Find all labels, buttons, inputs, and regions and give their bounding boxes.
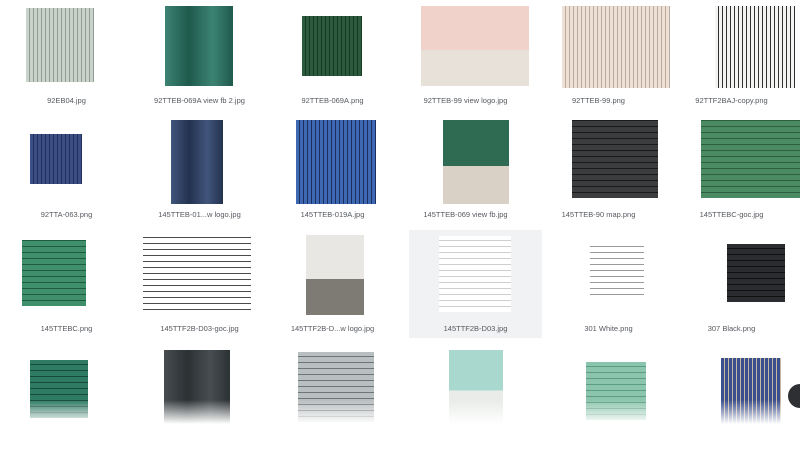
file-item[interactable]: 145TTEBC-goc.jpg <box>665 118 800 236</box>
file-thumbnail[interactable] <box>306 235 364 315</box>
file-thumbnail[interactable] <box>164 350 230 424</box>
file-thumbnail[interactable] <box>30 360 88 418</box>
file-thumbnail[interactable] <box>143 235 251 315</box>
file-name: 92TTEB-99.png <box>572 96 625 105</box>
file-thumbnail[interactable] <box>721 358 781 424</box>
file-name: 92TTEB-069A.png <box>301 96 364 105</box>
file-name: 92TTEB-99 view logo.jpg <box>423 96 508 105</box>
file-item[interactable]: 145TTEB-90 map.png <box>532 118 665 236</box>
file-name: 145TTEBC.png <box>40 324 93 333</box>
file-item[interactable]: 92TTA-063.png <box>0 118 133 236</box>
file-thumbnail[interactable] <box>727 244 785 302</box>
file-thumbnail[interactable] <box>586 362 646 420</box>
file-item[interactable]: 145TTF2B-D03-goc.jpg <box>133 232 266 350</box>
file-thumbnail[interactable] <box>590 244 644 300</box>
file-item[interactable] <box>0 348 133 466</box>
file-item[interactable] <box>133 348 266 466</box>
file-thumbnail[interactable] <box>165 6 233 86</box>
file-grid: 92EB04.jpg 92TTEB-069A view fb 2.jpg 92T… <box>0 0 800 424</box>
file-item[interactable] <box>532 348 665 466</box>
file-name: 145TTEBC-goc.jpg <box>699 210 764 219</box>
file-name: 145TTEB-90 map.png <box>561 210 636 219</box>
file-thumbnail[interactable] <box>443 120 509 204</box>
file-thumbnail[interactable] <box>439 236 511 312</box>
file-thumbnail[interactable] <box>421 6 529 86</box>
file-name: 145TTEB-019A.jpg <box>300 210 365 219</box>
file-name: 307 Black.png <box>707 324 756 333</box>
file-thumbnail[interactable] <box>171 120 223 204</box>
file-name: 145TTF2B-D03-goc.jpg <box>160 324 239 333</box>
file-name: 301 White.png <box>584 324 633 333</box>
file-item[interactable]: 145TTEB-069 view fb.jpg <box>399 118 532 236</box>
file-item[interactable] <box>266 348 399 466</box>
file-item[interactable]: 92TTEB-99 view logo.jpg <box>399 2 532 120</box>
file-thumbnail[interactable] <box>572 120 658 198</box>
file-item[interactable]: 307 Black.png <box>665 232 798 350</box>
file-item[interactable]: 92TTEB-069A.png <box>266 2 399 120</box>
file-name: 145TTF2B-D...w logo.jpg <box>290 324 375 333</box>
file-item[interactable] <box>665 348 798 466</box>
file-item[interactable]: 145TTEBC.png <box>0 232 133 350</box>
file-name: 92TTA-063.png <box>40 210 93 219</box>
file-item[interactable]: 92TTEB-069A view fb 2.jpg <box>133 2 266 120</box>
file-thumbnail[interactable] <box>701 120 800 198</box>
file-item[interactable]: 145TTEB-019A.jpg <box>266 118 399 236</box>
file-thumbnail[interactable] <box>449 350 503 424</box>
file-name: 145TTEB-01...w logo.jpg <box>158 210 241 219</box>
file-name: 92EB04.jpg <box>47 96 86 105</box>
file-item[interactable]: 145TTEB-01...w logo.jpg <box>133 118 266 236</box>
file-item-selected[interactable]: 145TTF2B-D03.jpg <box>409 230 542 338</box>
file-thumbnail[interactable] <box>715 6 795 88</box>
file-item[interactable]: 92TTF2BAJ-copy.png <box>665 2 798 120</box>
file-name: 92TTF2BAJ-copy.png <box>695 96 768 105</box>
file-thumbnail[interactable] <box>30 134 82 184</box>
file-thumbnail[interactable] <box>302 16 362 76</box>
file-thumbnail[interactable] <box>562 6 670 88</box>
file-item[interactable]: 92TTEB-99.png <box>532 2 670 120</box>
file-name: 92TTEB-069A view fb 2.jpg <box>154 96 245 105</box>
file-thumbnail[interactable] <box>22 240 86 306</box>
file-item[interactable]: 92EB04.jpg <box>0 2 133 120</box>
file-name: 145TTF2B-D03.jpg <box>443 324 508 333</box>
file-item[interactable]: 145TTF2B-D...w logo.jpg <box>266 232 399 350</box>
file-item[interactable] <box>399 348 532 466</box>
file-item[interactable]: 301 White.png <box>542 232 675 350</box>
file-thumbnail[interactable] <box>26 8 94 82</box>
file-name: 145TTEB-069 view fb.jpg <box>423 210 508 219</box>
file-thumbnail[interactable] <box>298 352 374 422</box>
file-thumbnail[interactable] <box>296 120 376 204</box>
